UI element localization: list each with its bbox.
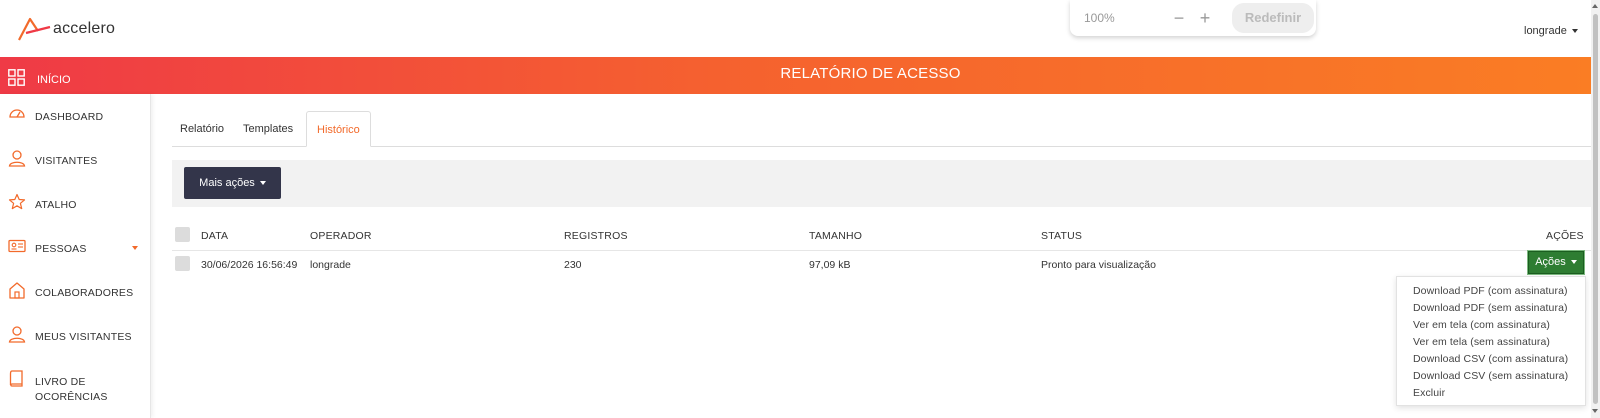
column-header-size[interactable]: TAMANHO (809, 230, 862, 242)
home-label: INÍCIO (37, 73, 71, 86)
sidebar-item-label: ATALHO (35, 199, 77, 211)
table-header-divider (172, 250, 1591, 251)
actions-dropdown-menu: Download PDF (com assinatura) Download P… (1396, 276, 1586, 406)
tab-templates[interactable]: Templates (233, 111, 303, 147)
zoom-in-button[interactable]: + (1192, 8, 1218, 29)
grid-icon (8, 69, 25, 86)
sidebar-item-label: PESSOAS (35, 243, 87, 255)
sidebar: DASHBOARD VISITANTES ATALHO PESSOAS COLA… (0, 94, 151, 418)
zoom-reset-button[interactable]: Redefinir (1232, 3, 1314, 33)
row-actions-label: Ações (1535, 256, 1566, 268)
tab-historico[interactable]: Histórico (306, 111, 371, 147)
row-date: 30/06/2026 16:56:49 (201, 259, 298, 271)
row-operator: longrade (310, 259, 351, 271)
scroll-up-arrow-icon[interactable] (1592, 4, 1598, 8)
logo[interactable]: accelero (17, 16, 115, 42)
row-size: 97,09 kB (809, 259, 851, 271)
row-checkbox[interactable] (175, 256, 190, 271)
toolbar: Mais ações (172, 160, 1591, 207)
row-records: 230 (564, 259, 582, 271)
row-actions-button[interactable]: Ações (1528, 251, 1584, 274)
scroll-down-arrow-icon[interactable] (1592, 409, 1598, 413)
chevron-down-icon (1570, 260, 1577, 265)
tab-bar: Relatório Templates Histórico (172, 111, 1591, 147)
menu-item-download-csv-signed[interactable]: Download CSV (com assinatura) (1413, 353, 1568, 365)
sidebar-item-livro-de-ocorencias[interactable]: LIVRO DE OCORÊNCIAS (8, 369, 148, 405)
sidebar-item-atalho[interactable]: ATALHO (8, 193, 77, 211)
sidebar-item-dashboard[interactable]: DASHBOARD (8, 105, 103, 123)
zoom-control: 100% − + Redefinir (1070, 0, 1316, 36)
sidebar-item-label: DASHBOARD (35, 111, 104, 123)
menu-item-view-screen-unsigned[interactable]: Ver em tela (sem assinatura) (1413, 336, 1550, 348)
sidebar-item-label: MEUS VISITANTES (35, 331, 132, 343)
select-all-checkbox[interactable] (175, 227, 190, 242)
menu-item-view-screen-signed[interactable]: Ver em tela (com assinatura) (1413, 319, 1550, 331)
column-header-date[interactable]: DATA (201, 230, 228, 242)
zoom-out-button[interactable]: − (1166, 8, 1192, 29)
page-title: RELATÓRIO DE ACESSO (780, 65, 961, 82)
chevron-down-icon[interactable] (132, 246, 138, 250)
tab-relatorio[interactable]: Relatório (170, 111, 234, 147)
user-menu[interactable]: longrade (1524, 25, 1578, 37)
top-bar: accelero 100% − + Redefinir longrade (0, 0, 1585, 57)
sidebar-item-label: VISITANTES (35, 155, 98, 167)
scrollbar-thumb[interactable] (1593, 14, 1598, 404)
main-content: Relatório Templates Histórico Mais ações… (172, 94, 1591, 418)
sidebar-item-label: LIVRO DE OCORÊNCIAS (35, 376, 108, 403)
column-header-status[interactable]: STATUS (1041, 230, 1082, 242)
menu-item-download-pdf-unsigned[interactable]: Download PDF (sem assinatura) (1413, 302, 1568, 314)
id-card-icon (8, 239, 26, 253)
user-icon (8, 326, 26, 343)
more-actions-label: Mais ações (199, 177, 255, 189)
chevron-down-icon (1571, 29, 1578, 34)
gauge-icon (9, 109, 25, 118)
user-icon (8, 150, 26, 167)
user-name: longrade (1524, 25, 1567, 37)
column-header-operator[interactable]: OPERADOR (310, 230, 372, 242)
more-actions-button[interactable]: Mais ações (184, 167, 281, 199)
column-header-actions: AÇÕES (1546, 230, 1584, 242)
menu-item-download-pdf-signed[interactable]: Download PDF (com assinatura) (1413, 285, 1568, 297)
page-header-banner: INÍCIO RELATÓRIO DE ACESSO (0, 57, 1591, 94)
menu-item-delete[interactable]: Excluir (1413, 387, 1445, 399)
star-icon (8, 193, 26, 210)
sidebar-item-visitantes[interactable]: VISITANTES (8, 149, 97, 167)
home-link[interactable]: INÍCIO (8, 69, 71, 86)
sidebar-item-meus-visitantes[interactable]: MEUS VISITANTES (8, 325, 132, 343)
column-header-records[interactable]: REGISTROS (564, 230, 628, 242)
row-status: Pronto para visualização (1041, 259, 1156, 271)
accelero-logo-icon (18, 17, 51, 41)
sidebar-item-label: COLABORADORES (35, 287, 134, 299)
home-icon (9, 282, 25, 299)
sidebar-item-pessoas[interactable]: PESSOAS (8, 237, 87, 255)
zoom-level: 100% (1084, 11, 1115, 25)
chevron-down-icon (259, 181, 266, 186)
sidebar-item-colaboradores[interactable]: COLABORADORES (8, 281, 133, 299)
menu-item-download-csv-unsigned[interactable]: Download CSV (sem assinatura) (1413, 370, 1568, 382)
logo-text: accelero (53, 20, 116, 37)
